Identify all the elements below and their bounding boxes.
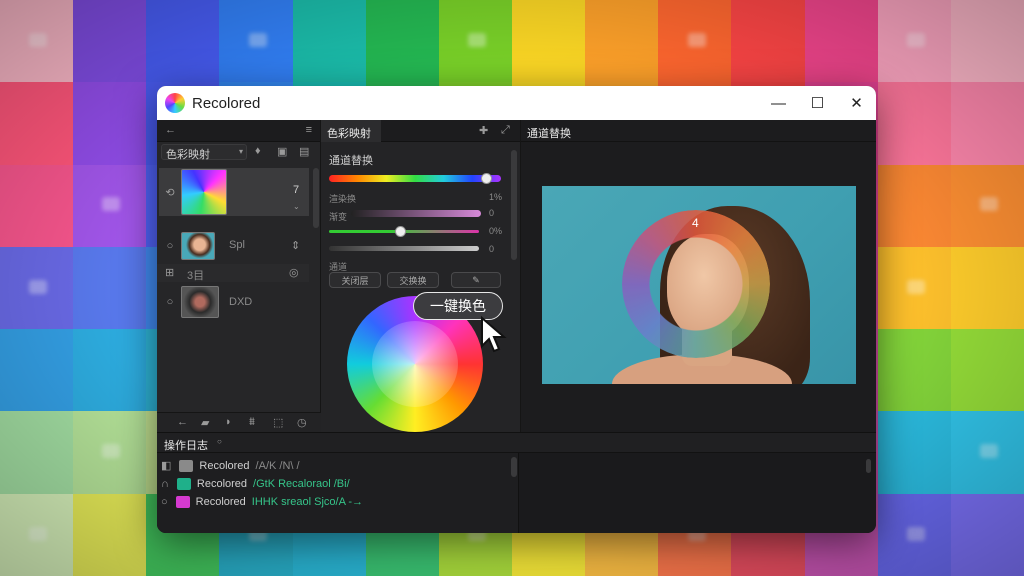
layer-row[interactable]: ○ Spl ⇕ xyxy=(159,226,309,266)
controls-scrollbar[interactable] xyxy=(511,150,517,260)
log-entry[interactable]: ◧ Recolored /A/K /N\ / xyxy=(161,457,300,474)
app-title: Recolored xyxy=(192,94,261,112)
image-preview[interactable]: 4 xyxy=(542,186,856,384)
expand-icon[interactable]: ⤢ xyxy=(501,124,510,137)
mask-icon[interactable]: ♦ xyxy=(255,145,261,157)
window-controls: — ☐ ✕ xyxy=(759,86,876,120)
arrow-left-icon[interactable]: ← xyxy=(177,416,188,428)
tab-channel-replace[interactable]: 通道替换 xyxy=(527,125,571,141)
hue-slider[interactable] xyxy=(329,175,501,182)
layer-thumbnail xyxy=(181,232,215,260)
group-icon: ⊞ xyxy=(165,267,175,279)
log-text: /A/K /N\ / xyxy=(255,459,300,472)
section-title: 通道替换 xyxy=(329,155,373,167)
group-label: 3目 xyxy=(187,270,205,282)
row-value: 0 xyxy=(489,208,495,218)
minimize-button[interactable]: — xyxy=(759,86,798,120)
layers-toolbar: ← ▰ ◗ ⩩ ⬚ ◷ xyxy=(157,412,321,432)
close-button[interactable]: ✕ xyxy=(837,86,876,120)
gradient-slider[interactable] xyxy=(351,210,481,217)
image-icon[interactable]: ▣ xyxy=(277,145,287,158)
duplicate-icon[interactable]: ◗ xyxy=(225,416,232,428)
crop-icon[interactable]: ⬚ xyxy=(273,416,283,429)
mouse-cursor-icon xyxy=(481,316,507,353)
pin-icon[interactable]: ⇕ xyxy=(291,239,300,252)
back-icon[interactable]: ← xyxy=(165,124,176,136)
log-entry[interactable]: ○ Recolored IHHK sreaol Sjco/A -→ xyxy=(161,493,363,510)
mode-dropdown[interactable]: 色彩映射 ▾ xyxy=(161,144,247,161)
log-header: 操作日志 ○ xyxy=(157,433,876,453)
layer-link-icon: ⟲ xyxy=(165,186,175,199)
merge-icon[interactable]: ⩩ xyxy=(249,416,255,429)
balance-slider-knob[interactable] xyxy=(395,226,406,237)
log-swatch xyxy=(179,459,194,472)
layer-label: Spl xyxy=(229,239,245,251)
clock-icon[interactable]: ◷ xyxy=(297,416,307,429)
layer-thumbnail xyxy=(181,286,219,318)
color-ring-overlay[interactable] xyxy=(622,210,770,358)
preview-header: 通道替换 xyxy=(521,120,876,142)
lightness-slider[interactable] xyxy=(329,246,479,251)
adjust-icon[interactable]: ▤ xyxy=(299,145,309,158)
layers-header: ← ≡ xyxy=(157,120,320,142)
link-icon: ∩ xyxy=(161,477,169,490)
layer-row[interactable]: ○ DXD xyxy=(159,282,309,322)
app-window: Recolored — ☐ ✕ ← ≡ 色彩映射 ▾ ♦ ▣ ▤ ⟲ 7 ⌄ ○ xyxy=(157,86,876,533)
app-logo-icon xyxy=(165,93,185,113)
pin-icon[interactable]: ✚ xyxy=(479,124,488,137)
layer-row[interactable]: ⟲ 7 ⌄ xyxy=(159,168,309,216)
log-scrollbar[interactable] xyxy=(511,457,517,477)
hue-slider-knob[interactable] xyxy=(481,173,492,184)
mode-dropdown-label: 色彩映射 xyxy=(166,149,210,161)
log-list: ◧ Recolored /A/K /N\ / ∩ Recolored /GtK … xyxy=(157,453,519,533)
ring-label: 4 xyxy=(692,216,699,230)
color-wheel-center xyxy=(372,321,458,407)
log-app-name: Recolored xyxy=(199,459,250,472)
layer-label: DXD xyxy=(229,296,253,308)
log-swatch xyxy=(175,495,190,508)
row-value: 1% xyxy=(489,192,503,202)
operation-log-panel: 操作日志 ○ ◧ Recolored /A/K /N\ / ∩ Recolore… xyxy=(157,432,876,533)
row-label: 渲染换 xyxy=(329,194,357,204)
log-app-name: Recolored xyxy=(196,477,248,490)
log-app-name: Recolored xyxy=(195,495,246,508)
layer-group-row[interactable]: ⊞ 3目 ◎ xyxy=(157,264,309,282)
layers-scrollbar[interactable] xyxy=(313,168,319,228)
chip-button[interactable]: 关闭层 xyxy=(329,272,381,288)
log-right-scrollbar[interactable] xyxy=(866,459,871,473)
info-icon[interactable]: ○ xyxy=(217,437,222,446)
chip-button[interactable]: 交换换 xyxy=(387,272,439,288)
title-bar: Recolored — ☐ ✕ xyxy=(157,86,876,120)
layer-label: 7 xyxy=(293,184,300,196)
chip-button[interactable]: ✎ xyxy=(451,272,501,288)
menu-icon[interactable]: ≡ xyxy=(306,124,312,136)
folder-icon[interactable]: ▰ xyxy=(201,416,209,429)
chevron-down-icon[interactable]: ⌄ xyxy=(293,202,300,211)
chevron-down-icon: ▾ xyxy=(238,147,243,156)
tab-label: 色彩映射 xyxy=(327,128,371,140)
target-icon[interactable]: ◎ xyxy=(289,266,299,279)
log-entry[interactable]: ∩ Recolored /GtK Recaloraol /Bi/ xyxy=(161,475,350,492)
controls-header: 色彩映射 ✚ ⤢ xyxy=(321,120,520,142)
layers-panel: ← ≡ 色彩映射 ▾ ♦ ▣ ▤ ⟲ 7 ⌄ ○ Spl ⇕ ⊞ 3目 ◎ ○ … xyxy=(157,120,321,432)
eye-icon[interactable]: ○ xyxy=(159,240,181,252)
layer-thumbnail xyxy=(181,169,227,215)
maximize-button[interactable]: ☐ xyxy=(798,86,837,120)
circle-icon: ○ xyxy=(161,495,168,508)
log-swatch xyxy=(176,477,191,490)
layer-icon: ◧ xyxy=(161,460,172,472)
row-value: 0% xyxy=(489,226,503,236)
log-text: IHHK sreaol Sjco/A -→ xyxy=(251,495,364,508)
log-text: /GtK Recaloraol /Bi/ xyxy=(253,477,350,490)
eye-icon[interactable]: ○ xyxy=(159,296,181,308)
row-value: 0 xyxy=(489,244,495,254)
log-title: 操作日志 xyxy=(164,440,208,452)
row-label: 渐变 xyxy=(329,212,348,222)
tab-color-mapping[interactable]: 色彩映射 xyxy=(321,120,381,142)
